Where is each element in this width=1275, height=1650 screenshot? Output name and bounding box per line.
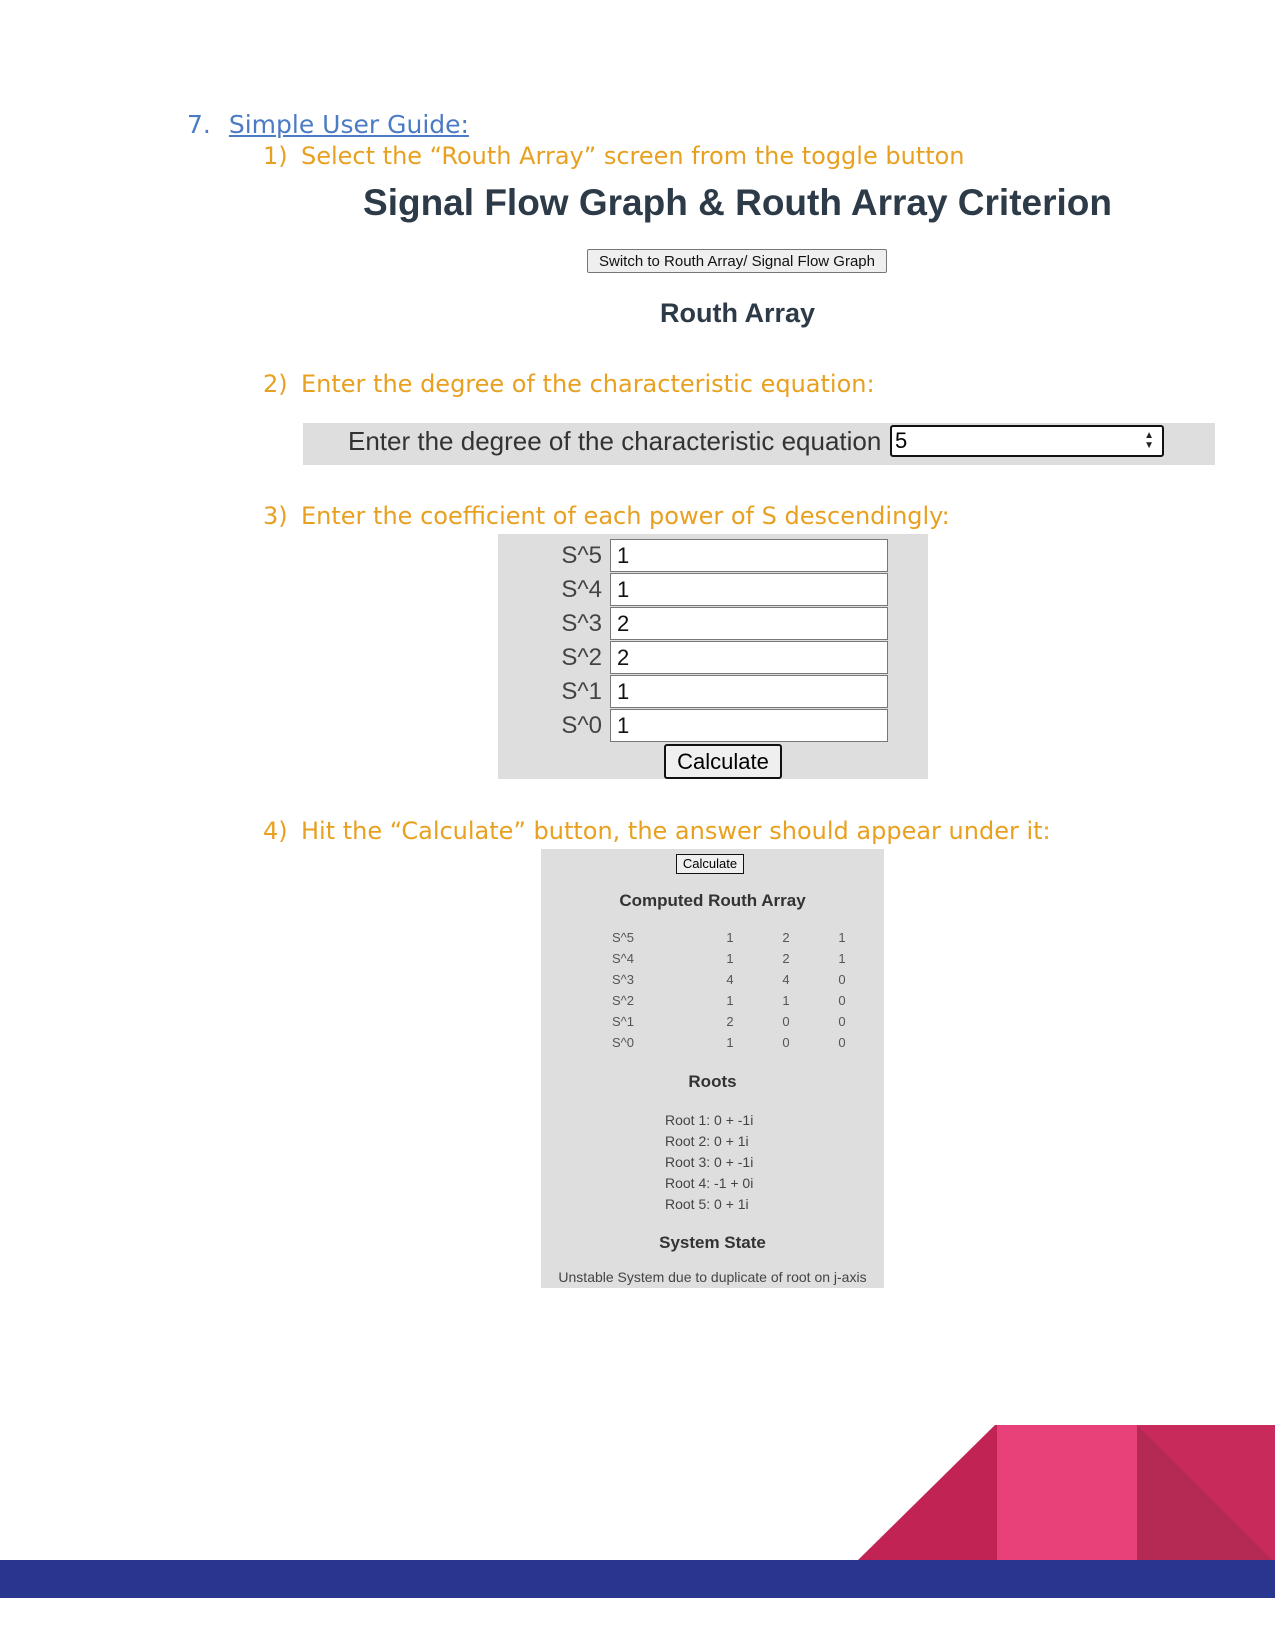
select-arrows-icon: ▲ ▼ [1144,430,1154,451]
table-cell: 1 [726,1035,734,1050]
coefficient-row: S^5 1 [498,538,928,572]
table-cell: 1 [726,930,734,945]
degree-select[interactable]: 5 ▲ ▼ [890,425,1164,457]
coefficient-label: S^3 [561,610,602,637]
coefficient-panel: S^5 1 S^4 1 S^3 2 S^2 2 S^1 1 S^0 1 [498,534,928,779]
table-cell: 1 [726,951,734,966]
step-number: 2) [263,370,288,398]
step-3: 3) Enter the coefficient of each power of… [263,502,950,530]
results-panel [541,849,884,1288]
root-item: Root 1: 0 + -1i [665,1112,754,1128]
coefficient-input[interactable]: 1 [610,539,888,572]
app-title: Signal Flow Graph & Routh Array Criterio… [363,182,1112,223]
root-item: Root 5: 0 + 1i [665,1196,749,1212]
coefficient-row: S^4 1 [498,572,928,606]
table-cell: 1 [726,993,734,1008]
table-cell: 0 [838,1035,846,1050]
table-cell: 2 [726,1014,734,1029]
coefficient-label: S^5 [561,542,602,569]
routh-array-title: Computed Routh Array [619,891,806,910]
panel-title: Routh Array [659,298,815,328]
coefficient-input[interactable]: 2 [610,607,888,640]
coefficient-label: S^1 [561,678,602,705]
toggle-view-button[interactable]: Switch to Routh Array/ Signal Flow Graph [587,249,887,273]
table-cell: 2 [782,951,790,966]
table-cell: 0 [838,972,846,987]
table-row: S^0 1 0 0 [612,1032,870,1053]
table-cell: 0 [838,993,846,1008]
table-cell: 1 [838,951,846,966]
guide-title-link[interactable]: Simple User Guide: [229,110,469,139]
row-label: S^1 [612,1014,635,1029]
table-row: S^5 1 2 1 [612,927,870,948]
calculate-button[interactable]: Calculate [664,744,782,779]
coefficient-input[interactable]: 1 [610,709,888,742]
routh-array-table: S^5 1 2 1 S^4 1 2 1 S^3 4 4 0 S^2 1 1 0 … [612,927,870,1053]
pink-block-shape [997,1425,1137,1563]
coefficient-input[interactable]: 1 [610,675,888,708]
table-cell: 4 [782,972,790,987]
step-number: 4) [263,817,288,845]
system-state-title: System State [659,1233,766,1252]
root-item: Root 3: 0 + -1i [665,1154,754,1170]
row-label: S^2 [612,993,635,1008]
table-cell: 1 [782,993,790,1008]
table-row: S^3 4 4 0 [612,969,870,990]
table-cell: 0 [782,1035,790,1050]
coefficient-label: S^2 [561,644,602,671]
table-cell: 4 [726,972,734,987]
table-cell: 0 [838,1014,846,1029]
row-label: S^0 [612,1035,635,1050]
table-cell: 2 [782,930,790,945]
step-4: 4) Hit the “Calculate” button, the answer… [263,817,1051,845]
coefficient-input[interactable]: 1 [610,573,888,606]
step-number: 3) [263,502,288,530]
coefficient-label: S^4 [561,576,602,603]
coefficient-row: S^0 1 [498,708,928,742]
decorative-corner-graphic [855,1425,1275,1563]
table-row: S^4 1 2 1 [612,948,870,969]
step-2: 2) Enter the degree of the characteristic… [263,370,875,398]
coefficient-row: S^2 2 [498,640,928,674]
row-label: S^5 [612,930,635,945]
coefficient-label: S^0 [561,712,602,739]
step-text: Enter the coefficient of each power of S… [301,502,950,530]
step-text: Select the “Routh Array” screen from the… [301,142,965,170]
table-row: S^1 2 0 0 [612,1011,870,1032]
footer-bar [0,1560,1275,1598]
degree-value: 5 [895,428,908,453]
step-text: Hit the “Calculate” button, the answer s… [301,817,1051,845]
step-1: 1) Select the “Routh Array” screen from t… [263,142,965,170]
roots-list: Root 1: 0 + -1i Root 2: 0 + 1i Root 3: 0… [665,1110,753,1215]
guide-number: 7. [187,110,211,139]
root-item: Root 2: 0 + 1i [665,1133,749,1149]
system-state-text: Unstable System due to duplicate of root… [558,1269,867,1285]
guide-heading: 7. Simple User Guide: [187,110,469,139]
row-label: S^3 [612,972,635,987]
roots-title: Roots [688,1072,737,1091]
root-item: Root 4: -1 + 0i [665,1175,754,1191]
coefficient-row: S^3 2 [498,606,928,640]
coefficient-input[interactable]: 2 [610,641,888,674]
step-text: Enter the degree of the characteristic e… [301,370,875,398]
coefficient-row: S^1 1 [498,674,928,708]
table-row: S^2 1 1 0 [612,990,870,1011]
table-cell: 1 [838,930,846,945]
step-number: 1) [263,142,288,170]
table-cell: 0 [782,1014,790,1029]
row-label: S^4 [612,951,635,966]
degree-label: Enter the degree of the characteristic e… [348,426,882,456]
calculate-button-small[interactable]: Calculate [676,854,744,874]
